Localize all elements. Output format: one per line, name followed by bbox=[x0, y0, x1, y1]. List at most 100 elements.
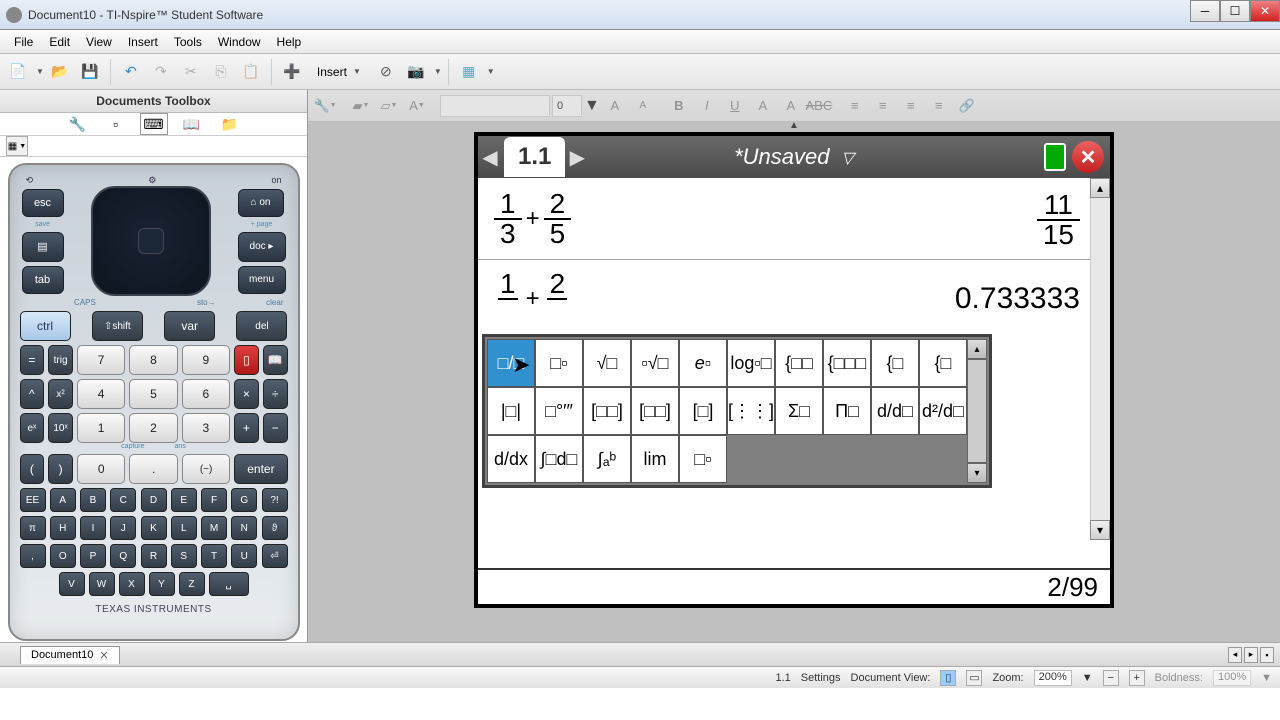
calc-a-key[interactable]: A bbox=[50, 488, 76, 512]
calc-tab-key[interactable]: tab bbox=[22, 266, 64, 294]
menu-view[interactable]: View bbox=[78, 33, 120, 51]
sub-button[interactable]: A bbox=[778, 94, 804, 118]
undo-button[interactable]: ↶ bbox=[117, 58, 145, 86]
calc-y-key[interactable]: Y bbox=[149, 572, 175, 596]
doc-tools-button[interactable]: 🔧▼ bbox=[312, 94, 338, 118]
tab-prev[interactable]: ◂ bbox=[1228, 647, 1242, 663]
align-center[interactable]: ≡ bbox=[870, 94, 896, 118]
calc-x-key[interactable]: X bbox=[119, 572, 145, 596]
cut-button[interactable]: ✂ bbox=[177, 58, 205, 86]
calc-shift-key[interactable]: ⇧shift bbox=[92, 311, 143, 341]
insert-link[interactable]: 🔗 bbox=[954, 94, 980, 118]
calc-flag-key[interactable]: ϑ bbox=[262, 516, 288, 540]
bold-button[interactable]: B bbox=[666, 94, 692, 118]
calc-scratchpad-key[interactable]: ▤ bbox=[22, 232, 64, 262]
zoom-value[interactable]: 200% bbox=[1034, 670, 1072, 686]
template-subscript[interactable]: □▫ bbox=[679, 435, 727, 483]
status-page[interactable]: 1.1 bbox=[776, 672, 791, 684]
calc-e-key[interactable]: E bbox=[171, 488, 197, 512]
template-matrix-1x2[interactable]: [□□] bbox=[631, 387, 679, 435]
calc-catalog-key[interactable]: 📖 bbox=[263, 345, 288, 375]
scroll-up-button[interactable]: ▴ bbox=[1090, 178, 1110, 198]
calc-g-key[interactable]: G bbox=[231, 488, 257, 512]
calc-times-key[interactable]: × bbox=[234, 379, 259, 409]
calc-u-key[interactable]: U bbox=[231, 544, 257, 568]
calc-h-key[interactable]: H bbox=[50, 516, 76, 540]
calc-minus-key[interactable]: − bbox=[263, 413, 288, 443]
template-dms[interactable]: □°′″ bbox=[535, 387, 583, 435]
paste-button[interactable]: 📋 bbox=[237, 58, 265, 86]
calc-f-key[interactable]: F bbox=[201, 488, 227, 512]
variable-button[interactable]: ⊘ bbox=[372, 58, 400, 86]
fill-color-button[interactable]: ▰▼ bbox=[348, 94, 374, 118]
calc-7-key[interactable]: 7 bbox=[77, 345, 125, 375]
calc-w-key[interactable]: W bbox=[89, 572, 115, 596]
calc-plus-key[interactable]: + bbox=[234, 413, 259, 443]
view-computer-button[interactable]: ▭ bbox=[966, 670, 982, 686]
palette-scroll-track[interactable] bbox=[967, 359, 987, 463]
calc-z-key[interactable]: Z bbox=[179, 572, 205, 596]
tab-list[interactable]: ▪ bbox=[1260, 647, 1274, 663]
calc-r-key[interactable]: R bbox=[141, 544, 167, 568]
doc-tab[interactable]: Document10 ✕ bbox=[20, 646, 120, 664]
calc-10x-key[interactable]: 10ˣ bbox=[48, 413, 73, 443]
template-piecewise-3[interactable]: {□□□ bbox=[823, 339, 871, 387]
calc-lparen-key[interactable]: ( bbox=[20, 454, 45, 484]
template-2nd-derivative[interactable]: d²/d□ bbox=[919, 387, 967, 435]
calc-var-key[interactable]: var bbox=[164, 311, 215, 341]
calc-rparen-key[interactable]: ) bbox=[48, 454, 73, 484]
doc-menu-arrow[interactable]: ▽ bbox=[842, 150, 854, 167]
line-color-button[interactable]: ▱▼ bbox=[376, 94, 402, 118]
template-integral[interactable]: ∫□d□ bbox=[535, 435, 583, 483]
toolbox-tab-content[interactable]: 📁 bbox=[216, 113, 244, 135]
strike-button[interactable]: ABC bbox=[806, 94, 832, 118]
handheld-entry-line[interactable]: 2/99 bbox=[478, 568, 1110, 604]
calc-d-key[interactable]: D bbox=[141, 488, 167, 512]
collapse-handle[interactable]: ▲ bbox=[789, 120, 799, 131]
calc-div-key[interactable]: ÷ bbox=[263, 379, 288, 409]
template-nth-derivative[interactable]: d/d□ bbox=[871, 387, 919, 435]
toolbox-tab-keypad[interactable]: ⌨ bbox=[140, 113, 168, 135]
template-piecewise-2[interactable]: {□□ bbox=[775, 339, 823, 387]
new-doc-button[interactable]: 📄 bbox=[4, 58, 32, 86]
calc-trig-key[interactable]: trig bbox=[48, 345, 73, 375]
calc-o-key[interactable]: O bbox=[50, 544, 76, 568]
template-def-integral[interactable]: ∫ₐᵇ bbox=[583, 435, 631, 483]
calc-p-key[interactable]: P bbox=[80, 544, 106, 568]
calc-j-key[interactable]: J bbox=[110, 516, 136, 540]
menu-edit[interactable]: Edit bbox=[41, 33, 78, 51]
underline-button[interactable]: U bbox=[722, 94, 748, 118]
align-left[interactable]: ≡ bbox=[842, 94, 868, 118]
layout-button[interactable]: ▦ bbox=[455, 58, 483, 86]
calc-ee-key[interactable]: EE bbox=[20, 488, 46, 512]
toolbox-tab-tools[interactable]: 🔧 bbox=[64, 113, 92, 135]
calc-punct-key[interactable]: ?! bbox=[262, 488, 288, 512]
calc-menu-key[interactable]: menu bbox=[238, 266, 286, 294]
calc-c-key[interactable]: C bbox=[110, 488, 136, 512]
toolbox-tab-utilities[interactable]: 📖 bbox=[178, 113, 206, 135]
calc-touchpad[interactable] bbox=[91, 186, 211, 296]
prev-page-button[interactable]: ◀ bbox=[478, 136, 502, 178]
font-family-input[interactable] bbox=[440, 95, 550, 117]
palette-scroll-down[interactable]: ▾ bbox=[967, 463, 987, 483]
history-line-1[interactable]: 13 + 25 1115 bbox=[478, 178, 1110, 260]
calc-k-key[interactable]: K bbox=[141, 516, 167, 540]
calc-5-key[interactable]: 5 bbox=[129, 379, 177, 409]
calc-dot-key[interactable]: . bbox=[129, 454, 177, 484]
calc-3-key[interactable]: 3 bbox=[182, 413, 230, 443]
page-tab[interactable]: 1.1 bbox=[504, 137, 565, 177]
template-limit[interactable]: lim bbox=[631, 435, 679, 483]
template-system-2[interactable]: {□ bbox=[871, 339, 919, 387]
template-derivative[interactable]: d/dx bbox=[487, 435, 535, 483]
template-log[interactable]: log▫□ bbox=[727, 339, 775, 387]
calc-esc-key[interactable]: esc bbox=[22, 189, 64, 217]
calc-pi-key[interactable]: π bbox=[20, 516, 46, 540]
view-handheld-button[interactable]: ▯ bbox=[940, 670, 956, 686]
calc-2-key[interactable]: 2 bbox=[129, 413, 177, 443]
menu-insert[interactable]: Insert bbox=[120, 33, 166, 51]
insert-dropdown[interactable]: Insert▼ bbox=[308, 58, 370, 86]
calc-b-key[interactable]: B bbox=[80, 488, 106, 512]
scrollbar-track[interactable] bbox=[1090, 198, 1110, 520]
menu-file[interactable]: File bbox=[6, 33, 41, 51]
template-product[interactable]: Π□ bbox=[823, 387, 871, 435]
